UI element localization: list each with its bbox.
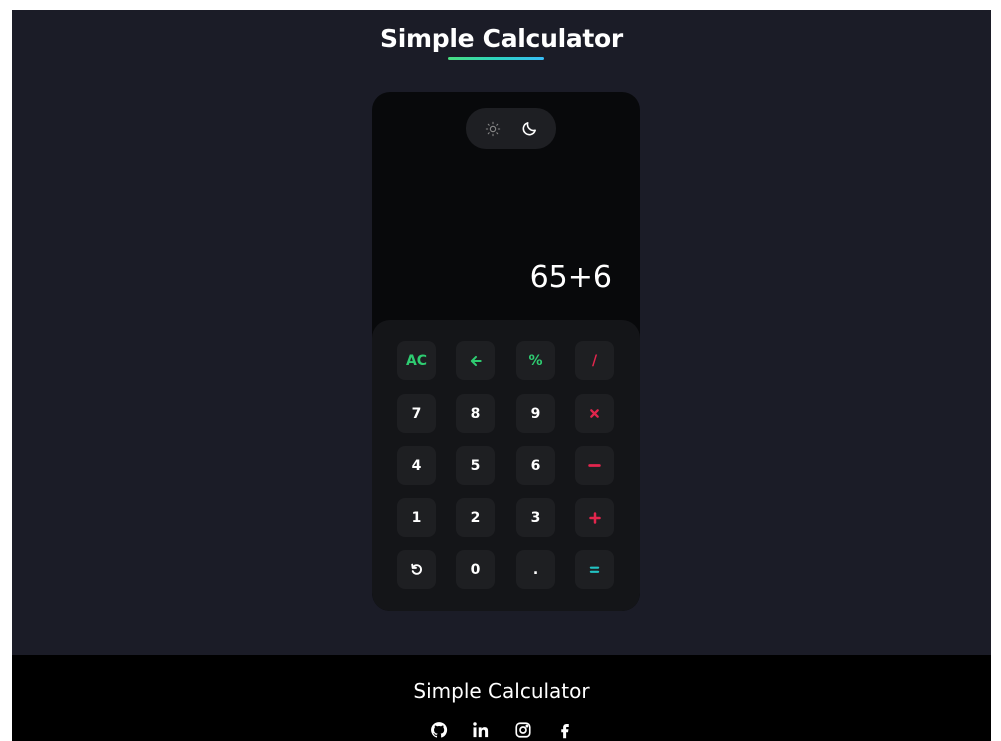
keypad: AC% / 7 8 9 4 5 6 1 2 3 0. bbox=[372, 320, 640, 611]
equals-icon bbox=[589, 564, 600, 575]
linkedin-icon bbox=[472, 722, 488, 738]
decimal-button[interactable]: . bbox=[516, 550, 555, 589]
key-label: 0 bbox=[470, 561, 481, 578]
equals-button[interactable] bbox=[575, 550, 614, 589]
plus-icon bbox=[588, 511, 601, 524]
sun-icon bbox=[485, 121, 500, 136]
github-link[interactable] bbox=[428, 719, 450, 741]
digit-4-button[interactable]: 4 bbox=[397, 446, 436, 485]
key-label: 5 bbox=[470, 457, 481, 474]
divide-button[interactable]: / bbox=[575, 341, 614, 380]
dark-theme-button[interactable] bbox=[515, 114, 545, 144]
digit-3-button[interactable]: 3 bbox=[516, 498, 555, 537]
undo-button[interactable] bbox=[397, 550, 436, 589]
digit-2-button[interactable]: 2 bbox=[456, 498, 495, 537]
moon-icon bbox=[522, 122, 536, 136]
title-underline bbox=[448, 57, 544, 60]
github-icon bbox=[430, 722, 447, 738]
arrow-left-icon bbox=[469, 354, 483, 368]
instagram-icon bbox=[514, 722, 531, 738]
footer-title: Simple Calculator bbox=[413, 679, 590, 703]
key-label: % bbox=[528, 352, 543, 369]
key-label: . bbox=[532, 561, 539, 578]
digit-9-button[interactable]: 9 bbox=[516, 394, 555, 433]
calculator: 65+6 AC% / 7 8 9 4 5 6 1 2 3 0. bbox=[372, 92, 640, 611]
percent-button[interactable]: % bbox=[516, 341, 555, 380]
key-label: 4 bbox=[411, 457, 422, 474]
page: Simple Calculator 65+6 AC % / 7 8 9 4 5 … bbox=[12, 10, 991, 741]
undo-icon bbox=[410, 563, 423, 576]
digit-8-button[interactable]: 8 bbox=[456, 394, 495, 433]
subtract-button[interactable] bbox=[575, 446, 614, 485]
key-label: AC bbox=[405, 352, 428, 369]
all-clear-button[interactable]: AC bbox=[397, 341, 436, 380]
key-label: 1 bbox=[411, 509, 422, 526]
backspace-button[interactable] bbox=[456, 341, 495, 380]
key-label: 7 bbox=[411, 405, 422, 422]
key-label: / bbox=[591, 352, 598, 369]
calculator-display: 65+6 bbox=[529, 260, 612, 295]
footer: Simple Calculator bbox=[12, 655, 991, 741]
social-links bbox=[12, 719, 991, 741]
instagram-link[interactable] bbox=[512, 719, 534, 741]
key-label: 6 bbox=[530, 457, 541, 474]
page-title: Simple Calculator bbox=[380, 24, 623, 53]
key-label: 8 bbox=[470, 405, 481, 422]
linkedin-link[interactable] bbox=[470, 719, 492, 741]
digit-6-button[interactable]: 6 bbox=[516, 446, 555, 485]
key-label: 9 bbox=[530, 405, 541, 422]
theme-toggle bbox=[466, 108, 556, 149]
add-button[interactable] bbox=[575, 498, 614, 537]
digit-7-button[interactable]: 7 bbox=[397, 394, 436, 433]
minus-icon bbox=[588, 459, 601, 472]
facebook-icon bbox=[560, 724, 569, 739]
key-label: 2 bbox=[470, 509, 481, 526]
multiply-button[interactable] bbox=[575, 394, 614, 433]
digit-0-button[interactable]: 0 bbox=[456, 550, 495, 589]
key-label: 3 bbox=[530, 509, 541, 526]
digit-1-button[interactable]: 1 bbox=[397, 498, 436, 537]
digit-5-button[interactable]: 5 bbox=[456, 446, 495, 485]
multiply-icon bbox=[589, 408, 600, 419]
light-theme-button[interactable] bbox=[478, 114, 508, 144]
facebook-link[interactable] bbox=[554, 719, 576, 741]
